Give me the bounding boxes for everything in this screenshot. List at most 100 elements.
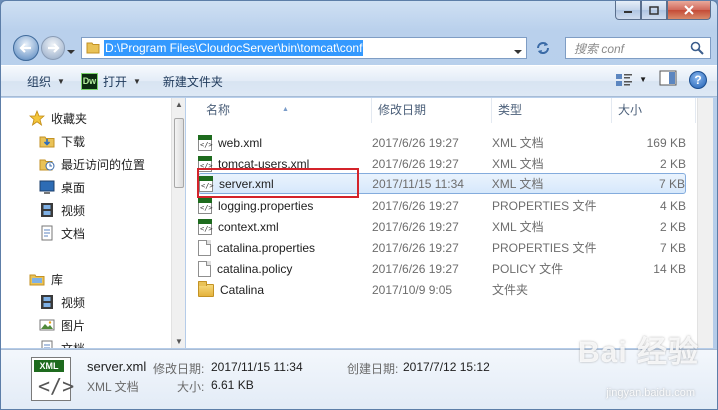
file-row[interactable]: </> web.xml 2017/6/26 19:27 XML 文档 169 KB xyxy=(198,132,686,153)
nav-libraries[interactable]: 库 xyxy=(29,269,63,289)
xml-file-icon: </> xyxy=(198,197,213,214)
file-row[interactable]: catalina.properties 2017/6/26 19:27 PROP… xyxy=(198,237,686,258)
desktop-icon xyxy=(39,180,55,194)
nav-recent-places[interactable]: 最近访问的位置 xyxy=(39,154,145,174)
file-size: 2 KB xyxy=(659,156,686,171)
folder-icon xyxy=(86,40,100,57)
address-dropdown-icon[interactable] xyxy=(514,44,522,58)
back-button[interactable] xyxy=(13,35,39,61)
file-type: XML 文档 xyxy=(492,220,544,234)
nav-label: 桌面 xyxy=(61,180,86,195)
pictures-icon xyxy=(39,319,55,331)
forward-button[interactable] xyxy=(41,36,65,60)
file-row[interactable]: catalina.policy 2017/6/26 19:27 POLICY 文… xyxy=(198,258,686,279)
column-header-name[interactable]: ▲ 名称 xyxy=(186,98,372,123)
navigation-pane: 收藏夹 下载 最近访问的位置 桌面 视频 文档 库 视频 图片 xyxy=(1,98,171,348)
file-date: 2017/11/15 11:34 xyxy=(372,176,464,191)
column-header-label: 修改日期 xyxy=(378,103,427,117)
preview-pane-button[interactable] xyxy=(659,70,677,89)
maximize-button[interactable] xyxy=(641,1,667,20)
chevron-down-icon: ▼ xyxy=(639,75,647,84)
nav-label: 库 xyxy=(51,272,64,287)
file-name: web.xml xyxy=(218,135,263,150)
nav-label: 图片 xyxy=(61,318,86,333)
video-icon xyxy=(41,295,53,309)
nav-label: 最近访问的位置 xyxy=(61,157,146,172)
column-header-date[interactable]: 修改日期 xyxy=(372,98,492,123)
scroll-up-icon[interactable]: ▲ xyxy=(175,100,183,109)
file-row[interactable]: Catalina 2017/10/9 9:05 文件夹 xyxy=(198,279,686,300)
nav-label: 文档 xyxy=(61,340,85,349)
file-row[interactable]: </> logging.properties 2017/6/26 19:27 PR… xyxy=(198,195,686,216)
nav-documents[interactable]: 文档 xyxy=(39,223,85,243)
document-icon xyxy=(41,340,53,348)
nav-label: 下载 xyxy=(61,134,86,149)
nav-desktop[interactable]: 桌面 xyxy=(39,177,85,197)
file-type: XML 文档 xyxy=(492,157,544,171)
nav-lib-documents[interactable]: 文档 xyxy=(39,338,85,348)
help-button[interactable]: ? xyxy=(689,70,707,89)
video-icon xyxy=(41,203,53,217)
details-created-value: 2017/7/12 15:12 xyxy=(403,360,490,374)
file-date: 2017/10/9 9:05 xyxy=(372,282,453,297)
window-caption-buttons xyxy=(615,1,711,21)
file-date: 2017/6/26 19:27 xyxy=(372,156,459,171)
details-filetype: XML 文档 xyxy=(87,380,139,394)
scroll-down-icon[interactable]: ▼ xyxy=(175,337,183,346)
explorer-window: D:\Program Files\CloudocServer\bin\tomca… xyxy=(0,0,718,410)
column-header-label: 名称 xyxy=(206,103,231,117)
nav-label: 收藏夹 xyxy=(51,111,88,126)
close-button[interactable] xyxy=(667,1,711,20)
preview-pane-icon xyxy=(659,70,677,86)
refresh-button[interactable] xyxy=(531,37,555,59)
folder-icon xyxy=(198,281,214,297)
address-bar[interactable]: D:\Program Files\CloudocServer\bin\tomca… xyxy=(81,37,527,59)
sort-ascending-icon: ▲ xyxy=(282,106,289,113)
file-list-scrollbar[interactable] xyxy=(697,98,713,348)
chevron-down-icon: ▼ xyxy=(57,76,65,86)
nav-favorites[interactable]: 收藏夹 xyxy=(29,108,87,128)
file-size: 4 KB xyxy=(659,198,686,213)
organize-button[interactable]: 组织 ▼ xyxy=(19,69,73,93)
minimize-button[interactable] xyxy=(615,1,641,20)
refresh-icon xyxy=(537,42,549,54)
new-folder-button[interactable]: 新建文件夹 xyxy=(155,69,231,93)
file-name: logging.properties xyxy=(218,198,314,213)
file-type: 文件夹 xyxy=(492,283,529,297)
file-type: PROPERTIES 文件 xyxy=(492,241,597,255)
file-row[interactable]: </> context.xml 2017/6/26 19:27 XML 文档 2 … xyxy=(198,216,686,237)
file-date: 2017/6/26 19:27 xyxy=(372,219,459,234)
nav-label: 文档 xyxy=(61,226,86,241)
recent-pages-dropdown[interactable] xyxy=(67,44,75,58)
file-date: 2017/6/26 19:27 xyxy=(372,135,459,150)
file-size: 7 KB xyxy=(659,240,686,255)
file-type: XML 文档 xyxy=(492,136,544,150)
baidu-watermark-url: jingyan.baidu.com xyxy=(606,387,695,399)
file-date: 2017/6/26 19:27 xyxy=(372,240,459,255)
address-path[interactable]: D:\Program Files\CloudocServer\bin\tomca… xyxy=(104,40,364,56)
nav-label: 视频 xyxy=(61,203,86,218)
xml-badge: XML xyxy=(34,360,64,372)
xml-file-large-icon: XML </> xyxy=(31,357,74,401)
column-header-type[interactable]: 类型 xyxy=(492,98,612,123)
chevron-down-icon: ▼ xyxy=(132,76,141,86)
column-header-size[interactable]: 大小 xyxy=(612,98,696,123)
search-input[interactable]: 搜索 conf xyxy=(565,37,711,59)
back-arrow-icon xyxy=(19,43,31,53)
nav-downloads[interactable]: 下载 xyxy=(39,131,85,151)
details-modified-value: 2017/11/15 11:34 xyxy=(211,360,303,374)
search-icon[interactable] xyxy=(690,41,704,58)
organize-label: 组织 xyxy=(27,74,52,89)
navigation-row: D:\Program Files\CloudocServer\bin\tomca… xyxy=(9,31,711,61)
view-options-button[interactable]: ▼ xyxy=(615,73,647,87)
nav-lib-pictures[interactable]: 图片 xyxy=(39,315,85,335)
navigation-pane-scrollbar[interactable]: ▲ ▼ xyxy=(171,98,185,348)
nav-lib-videos[interactable]: 视频 xyxy=(39,292,85,312)
details-size-label: 大小: xyxy=(177,380,205,394)
file-type: XML 文档 xyxy=(491,177,544,191)
open-button[interactable]: Dw 打开 ▼ xyxy=(73,69,149,93)
scrollbar-thumb[interactable] xyxy=(174,118,184,188)
file-size: 7 KB xyxy=(659,176,686,191)
document-icon xyxy=(198,239,211,256)
nav-videos[interactable]: 视频 xyxy=(39,200,85,220)
